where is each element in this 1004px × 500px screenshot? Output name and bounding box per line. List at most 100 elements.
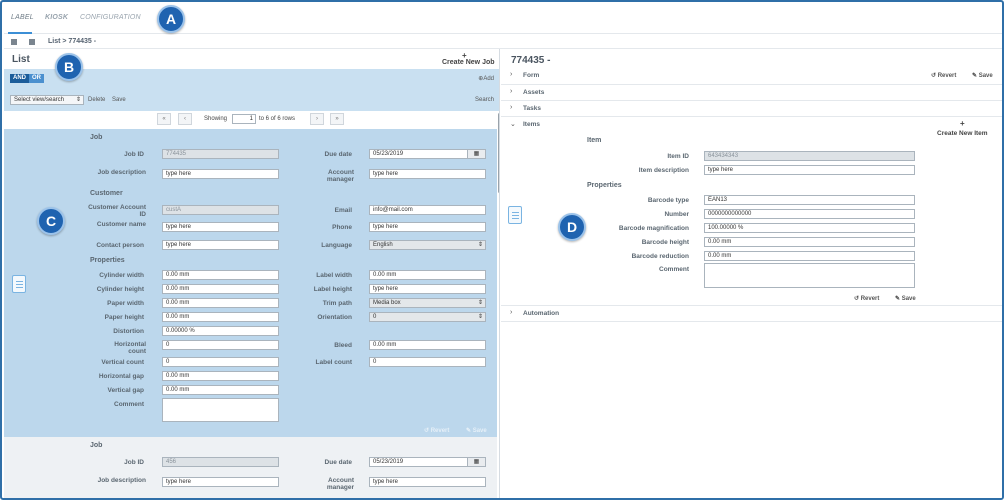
or-button[interactable]: OR — [29, 74, 44, 83]
label-count-field[interactable]: 0 — [369, 357, 486, 367]
tab-kiosk[interactable]: KIOSK — [45, 14, 68, 21]
label-customer-account-id: Customer Account ID — [88, 204, 146, 218]
and-or-toggle[interactable]: AND OR — [10, 74, 44, 83]
label-account-manager: Account manager — [326, 169, 354, 183]
create-new-item-button[interactable]: Create New Item — [937, 130, 988, 137]
first-page-button[interactable]: « — [157, 113, 171, 125]
save-view-button[interactable]: Save — [112, 97, 126, 103]
prev-page-button[interactable]: ‹ — [178, 113, 192, 125]
item-comment-textarea[interactable] — [704, 263, 915, 288]
label-item-id: Item ID — [667, 153, 689, 160]
job-description-field[interactable]: type here — [162, 477, 279, 487]
updown-caret-icon: ⇕ — [477, 242, 483, 248]
marker-b: B — [55, 53, 83, 81]
contact-person-field[interactable]: type here — [162, 240, 279, 250]
select-view-dropdown[interactable]: Select view/search ⇕ — [10, 95, 84, 105]
tab-configuration[interactable]: CONFIGURATION — [80, 14, 141, 21]
section-properties: Properties — [90, 257, 125, 264]
item-save-button[interactable]: ✎ Save — [895, 295, 916, 302]
label-comment: Comment — [659, 266, 689, 273]
accordion-tasks-label: Tasks — [523, 105, 541, 112]
account-manager-field[interactable]: type here — [369, 169, 486, 179]
paper-height-field[interactable]: 0.00 mm — [162, 312, 279, 322]
bleed-field[interactable]: 0.00 mm — [369, 340, 486, 350]
job-id-field[interactable]: 456 — [162, 457, 279, 467]
accordion-form[interactable]: › Form ↺ Revert ✎ Save — [501, 68, 1002, 84]
language-value: English — [373, 242, 393, 248]
label-cylinder-height: Cylinder height — [96, 286, 144, 293]
label-width-field[interactable]: 0.00 mm — [369, 270, 486, 280]
add-filter-button[interactable]: ⊕Add — [478, 75, 494, 82]
label-barcode-magnification: Barcode magnification — [618, 225, 689, 232]
number-field[interactable]: 0000000000000 — [704, 209, 915, 219]
barcode-magnification-field[interactable]: 100.00000 % — [704, 223, 915, 233]
plus-icon[interactable]: + — [960, 119, 965, 128]
detail-title: 774435 - — [511, 55, 551, 66]
accordion-items[interactable]: ⌄ Items — [501, 116, 1002, 132]
item-id-field[interactable]: 643434343 — [704, 151, 915, 161]
delete-view-button[interactable]: Delete — [88, 97, 105, 103]
language-select[interactable]: English ⇕ — [369, 240, 486, 250]
job-id-field[interactable]: 774435 — [162, 149, 279, 159]
horizontal-count-field[interactable]: 0 — [162, 340, 279, 350]
due-date-field[interactable]: 05/23/2019 ▦ — [369, 457, 486, 467]
form-revert-button[interactable]: ↺ Revert — [931, 72, 956, 79]
due-date-field[interactable]: 05/23/2019 ▦ — [369, 149, 486, 159]
item-description-field[interactable]: type here — [704, 165, 915, 175]
customer-name-field[interactable]: type here — [162, 222, 279, 232]
accordion-tasks[interactable]: › Tasks — [501, 100, 1002, 116]
grid-view-icon[interactable] — [11, 39, 17, 45]
next-page-button[interactable]: › — [310, 113, 324, 125]
last-page-button[interactable]: » — [330, 113, 344, 125]
customer-account-id-field[interactable]: custA — [162, 205, 279, 215]
save-button[interactable]: ✎ Save — [466, 427, 487, 434]
vertical-gap-field[interactable]: 0.00 mm — [162, 385, 279, 395]
updown-caret-icon: ⇕ — [477, 314, 483, 320]
top-nav: LABEL KIOSK CONFIGURATION — [4, 4, 1002, 34]
label-label-width: Label width — [316, 272, 352, 279]
trim-path-select[interactable]: Media box ⇕ — [369, 298, 486, 308]
list-title: List — [12, 54, 30, 65]
comment-textarea[interactable] — [162, 398, 279, 422]
list-scrollbar[interactable] — [498, 113, 499, 193]
calendar-icon[interactable]: ▦ — [467, 150, 485, 158]
job-record[interactable]: Job Job ID 456 Due date 05/23/2019 ▦ Job … — [4, 437, 497, 498]
paper-width-field[interactable]: 0.00 mm — [162, 298, 279, 308]
breadcrumb-bar: List > 774435 - — [4, 35, 1002, 49]
job-description-field[interactable]: type here — [162, 169, 279, 179]
search-button[interactable]: Search — [475, 97, 494, 103]
calendar-icon[interactable]: ▦ — [467, 458, 485, 466]
updown-caret-icon: ⇕ — [75, 97, 81, 103]
cylinder-width-field[interactable]: 0.00 mm — [162, 270, 279, 280]
barcode-height-field[interactable]: 0.00 mm — [704, 237, 915, 247]
due-date-value: 05/23/2019 — [373, 151, 404, 157]
horizontal-gap-field[interactable]: 0.00 mm — [162, 371, 279, 381]
accordion-assets[interactable]: › Assets — [501, 84, 1002, 100]
revert-button[interactable]: ↺ Revert — [424, 427, 449, 434]
accordion-automation[interactable]: › Automation — [501, 305, 1002, 321]
barcode-type-field[interactable]: EAN13 — [704, 195, 915, 205]
cylinder-height-field[interactable]: 0.00 mm — [162, 284, 279, 294]
phone-field[interactable]: type here — [369, 222, 486, 232]
distortion-field[interactable]: 0.00000 % — [162, 326, 279, 336]
vertical-count-field[interactable]: 0 — [162, 357, 279, 367]
create-new-job-button[interactable]: Create New Job — [442, 59, 495, 66]
job-record-selected[interactable]: Job Job ID 774435 Due date 05/23/2019 ▦ J… — [4, 129, 497, 437]
orientation-select[interactable]: 0 ⇕ — [369, 312, 486, 322]
list-view-icon[interactable] — [29, 39, 35, 45]
and-button[interactable]: AND — [10, 74, 29, 83]
item-revert-button[interactable]: ↺ Revert — [854, 295, 879, 302]
email-field[interactable]: info@mail.com — [369, 205, 486, 215]
label-item-description: Item description — [638, 167, 689, 174]
page-number-input[interactable]: 1 — [232, 114, 256, 124]
label-phone: Phone — [332, 224, 352, 231]
label-job-id: Job ID — [124, 459, 144, 466]
label-height-field[interactable]: type here — [369, 284, 486, 294]
account-manager-field[interactable]: type here — [369, 477, 486, 487]
breadcrumb[interactable]: List > 774435 - — [48, 38, 96, 45]
label-paper-height: Paper height — [104, 314, 144, 321]
form-save-button[interactable]: ✎ Save — [972, 72, 993, 79]
tab-label[interactable]: LABEL — [11, 14, 34, 21]
label-customer-name: Customer name — [96, 221, 146, 228]
barcode-reduction-field[interactable]: 0.00 mm — [704, 251, 915, 261]
